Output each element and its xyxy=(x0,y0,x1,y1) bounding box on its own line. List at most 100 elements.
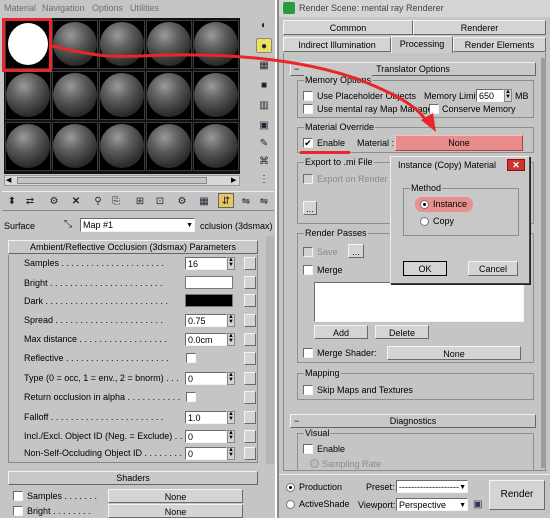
falloff-map-button[interactable] xyxy=(244,411,256,424)
sampling-rate-radio[interactable] xyxy=(310,459,319,468)
background-icon[interactable]: ▦ xyxy=(256,58,272,73)
scroll-right-arrow-icon[interactable]: ▶ xyxy=(231,176,236,184)
show-end-result-icon[interactable]: ⚙ xyxy=(174,194,190,209)
material-map-navigator-icon[interactable]: ⋮ xyxy=(256,172,272,187)
bright-shader-checkbox[interactable] xyxy=(13,506,23,516)
options-icon[interactable]: ✎ xyxy=(256,136,272,151)
put-to-scene-icon[interactable]: ⇄ xyxy=(22,194,38,209)
tab-common[interactable]: Common xyxy=(283,20,413,35)
menu-material[interactable]: Material xyxy=(4,3,36,14)
merge-shader-button[interactable]: None xyxy=(387,346,521,360)
scroll-left-arrow-icon[interactable]: ◀ xyxy=(6,176,11,184)
activeshade-radio[interactable] xyxy=(286,500,295,509)
max-distance-map-button[interactable] xyxy=(244,333,256,346)
memory-limit-spinner[interactable]: ▲ ▼ xyxy=(504,89,512,102)
incl-excl-map-button[interactable] xyxy=(244,430,256,443)
bright-color-swatch[interactable] xyxy=(185,276,233,289)
dark-map-button[interactable] xyxy=(244,294,256,307)
backlight-icon[interactable]: ● xyxy=(256,38,272,53)
merge-checkbox[interactable] xyxy=(303,265,313,275)
lock-viewport-icon[interactable]: ▣ xyxy=(473,499,483,511)
go-to-parent-icon[interactable]: ▦ xyxy=(196,194,212,209)
instance-radio[interactable] xyxy=(420,200,429,209)
return-occlusion-map-button[interactable] xyxy=(244,391,256,404)
material-id-icon[interactable]: ⊞ xyxy=(132,194,148,209)
dialog-ok-button[interactable]: OK xyxy=(403,261,447,276)
merge-shader-checkbox[interactable] xyxy=(303,348,313,358)
incl-excl-spinner[interactable]: ▲ ▼ xyxy=(227,430,235,443)
spread-map-button[interactable] xyxy=(244,314,256,327)
preset-dropdown[interactable]: -------------------- ▼ xyxy=(396,480,468,493)
preset-dropdown-arrow-icon[interactable]: ▼ xyxy=(459,482,466,492)
add-pass-button[interactable]: Add xyxy=(314,325,368,339)
diagnostics-header[interactable]: − Diagnostics xyxy=(290,414,536,428)
reflective-checkbox[interactable] xyxy=(186,353,196,363)
spread-field[interactable]: 0.75 xyxy=(185,314,227,327)
dialog-close-icon[interactable]: ✕ xyxy=(507,159,525,171)
samples-shader-button[interactable]: None xyxy=(108,489,243,503)
menu-navigation[interactable]: Navigation xyxy=(42,3,85,14)
nav-icon[interactable]: ⇋ xyxy=(238,194,254,209)
incl-excl-field[interactable]: 0 xyxy=(185,430,227,443)
falloff-field[interactable]: 1.0 xyxy=(185,411,227,424)
params-rollout-header[interactable]: Ambient/Reflective Occlusion (3dsmax) Pa… xyxy=(8,240,258,254)
samples-shader-checkbox[interactable] xyxy=(13,491,23,501)
menu-utilities[interactable]: Utilities xyxy=(130,3,159,14)
pick-material-icon[interactable]: ⤡ xyxy=(60,217,76,232)
options-small-icon[interactable]: ⇋ xyxy=(256,194,272,209)
delete-pass-button[interactable]: Delete xyxy=(375,325,429,339)
viewport-dropdown-arrow-icon[interactable]: ▼ xyxy=(459,500,466,510)
falloff-spinner[interactable]: ▲ ▼ xyxy=(227,411,235,424)
dialog-cancel-button[interactable]: Cancel xyxy=(468,261,518,276)
get-material-icon[interactable]: ⬍ xyxy=(4,194,20,209)
tab-render-elements[interactable]: Render Elements xyxy=(453,37,546,52)
map-name-field[interactable]: Map #1 ▼ xyxy=(80,218,195,232)
save-passes-checkbox[interactable] xyxy=(303,247,313,257)
scroll-thumb[interactable] xyxy=(17,177,207,184)
export-browse-button[interactable]: ... xyxy=(303,201,317,215)
samples-spinner[interactable]: ▲ ▼ xyxy=(227,257,235,270)
type-field[interactable]: 0 xyxy=(185,372,227,385)
map-type-button[interactable]: cclusion (3dsmax) xyxy=(200,221,273,232)
samples-map-button[interactable] xyxy=(244,257,256,270)
uv-tiling-icon[interactable]: ■ xyxy=(256,78,272,93)
passes-list[interactable] xyxy=(314,282,524,322)
render-button[interactable]: Render xyxy=(489,480,545,510)
shaders-rollout-header[interactable]: Shaders xyxy=(8,471,258,485)
show-map-icon[interactable]: ⊡ xyxy=(152,194,168,209)
spread-spinner[interactable]: ▲ ▼ xyxy=(227,314,235,327)
use-placeholder-checkbox[interactable] xyxy=(303,91,313,101)
export-on-render-checkbox[interactable] xyxy=(303,174,313,184)
conserve-memory-checkbox[interactable] xyxy=(429,104,439,114)
assign-material-icon[interactable]: ⚙ xyxy=(46,194,62,209)
tab-processing[interactable]: Processing xyxy=(391,36,453,53)
copy-radio[interactable] xyxy=(420,217,429,226)
tab-renderer[interactable]: Renderer xyxy=(413,20,546,35)
override-enable-checkbox[interactable]: ✔ xyxy=(303,138,313,148)
reflective-map-button[interactable] xyxy=(244,352,256,365)
production-radio[interactable] xyxy=(286,483,295,492)
menu-options[interactable]: Options xyxy=(92,3,123,14)
white-sample-sphere[interactable] xyxy=(8,23,48,65)
visual-enable-checkbox[interactable] xyxy=(303,444,313,454)
render-vscroll[interactable] xyxy=(541,58,546,468)
reset-map-icon[interactable]: ✕ xyxy=(68,194,84,209)
passes-browse-button[interactable]: ... xyxy=(348,244,364,258)
max-distance-field[interactable]: 0.0cm xyxy=(185,333,227,346)
sample-type-icon[interactable]: ◐ xyxy=(256,18,272,33)
viewport-dropdown[interactable]: Perspective ▼ xyxy=(396,498,468,511)
dark-color-swatch[interactable] xyxy=(185,294,233,307)
non-self-occluding-spinner[interactable]: ▲ ▼ xyxy=(227,447,235,460)
select-by-material-icon[interactable]: ⌘ xyxy=(256,154,272,169)
slots-scrollbar[interactable]: ◀ ▶ xyxy=(4,175,240,186)
go-forward-sibling-icon[interactable]: ⇵ xyxy=(218,193,234,208)
non-self-occluding-map-button[interactable] xyxy=(244,447,256,460)
make-preview-icon[interactable]: ▣ xyxy=(256,118,272,133)
put-to-library-icon[interactable]: ⎘ xyxy=(108,194,124,209)
use-map-manager-checkbox[interactable] xyxy=(303,104,313,114)
bright-shader-button[interactable]: None xyxy=(108,504,243,518)
make-unique-icon[interactable]: ⚲ xyxy=(90,194,106,209)
dropdown-arrow-icon[interactable]: ▼ xyxy=(186,220,193,231)
samples-field[interactable]: 16 xyxy=(185,257,227,270)
translator-options-header[interactable]: − Translator Options xyxy=(290,62,536,76)
